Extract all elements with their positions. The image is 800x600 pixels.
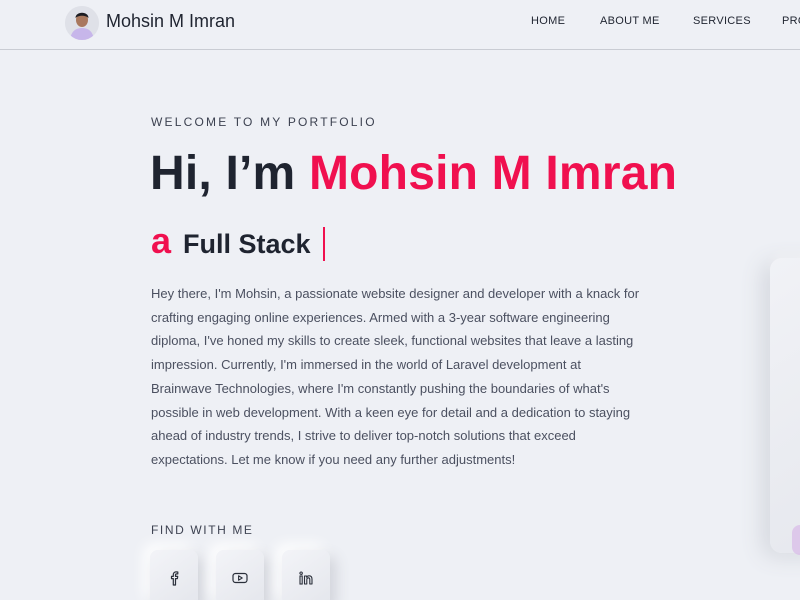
- bio-paragraph: Hey there, I'm Mohsin, a passionate webs…: [151, 286, 640, 467]
- find-with-me-label: FIND WITH ME: [151, 523, 254, 537]
- headline-greeting: Hi, I’m: [150, 147, 309, 200]
- hero-side-card: [770, 258, 800, 553]
- headline-name: Mohsin M Imran: [308, 147, 678, 200]
- youtube-icon: [232, 572, 248, 584]
- nav-home[interactable]: HOME: [531, 15, 565, 27]
- nav-portfolio[interactable]: PRO: [782, 15, 800, 27]
- typing-caret: [323, 227, 325, 261]
- top-header: Mohsin M Imran HOME ABOUT ME SERVICES PR…: [0, 0, 800, 50]
- typed-prefix: a: [151, 220, 172, 261]
- welcome-text: WELCOME TO MY PORTFOLIO: [151, 115, 377, 129]
- linkedin-button[interactable]: [282, 550, 330, 600]
- typed-role-text: Full Stack: [183, 229, 311, 259]
- hero-headline: Hi, I’m Mohsin M Imran: [150, 146, 677, 201]
- linkedin-icon: [299, 571, 313, 585]
- facebook-icon: [170, 571, 179, 586]
- facebook-button[interactable]: [150, 550, 198, 600]
- side-card-accent: [792, 525, 800, 555]
- nav-about-me[interactable]: ABOUT ME: [600, 15, 660, 27]
- youtube-button[interactable]: [216, 550, 264, 600]
- nav-services[interactable]: SERVICES: [693, 15, 751, 27]
- portfolio-page: Mohsin M Imran HOME ABOUT ME SERVICES PR…: [0, 0, 800, 600]
- main-nav: HOME ABOUT ME SERVICES PRO: [0, 15, 800, 31]
